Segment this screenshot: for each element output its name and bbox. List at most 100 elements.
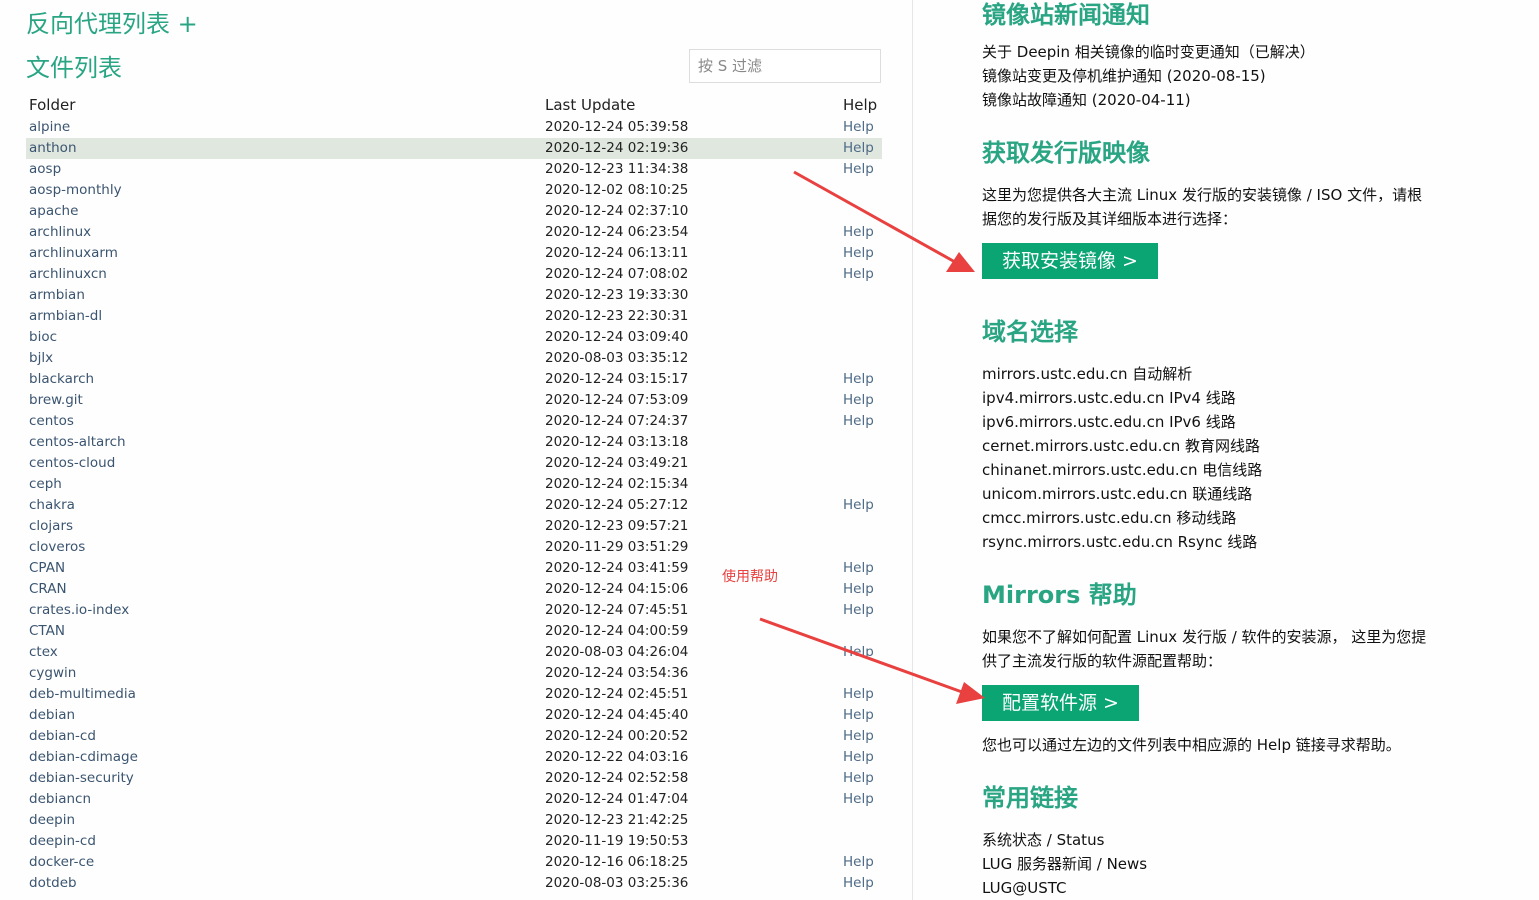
get-iso-button[interactable]: 获取安装镜像 > [982,243,1158,279]
table-row: alpine 2020-12-24 05:39:58 Help [26,117,882,138]
help-link[interactable]: Help [843,686,874,702]
folder-link[interactable]: debiancn [29,791,91,807]
help-link[interactable]: Help [843,770,874,786]
help-link[interactable]: Help [843,854,874,870]
table-body: alpine 2020-12-24 05:39:58 Help anthon 2020-… [26,117,882,894]
help-link[interactable]: Help [843,728,874,744]
domain-link[interactable]: rsync.mirrors.ustc.edu.cn Rsync 线路 [982,533,1257,551]
help-link[interactable]: Help [843,707,874,723]
folder-link[interactable]: CRAN [29,581,67,597]
table-row: ceph 2020-12-24 02:15:34 [26,474,882,495]
help-link[interactable]: Help [843,245,874,261]
configure-source-button[interactable]: 配置软件源 > [982,685,1139,721]
domain-link[interactable]: cmcc.mirrors.ustc.edu.cn 移动线路 [982,509,1236,527]
help-link[interactable]: Help [843,413,874,429]
help-link[interactable]: Help [843,119,874,135]
last-update: 2020-12-02 08:10:25 [545,182,689,198]
last-update: 2020-12-24 03:13:18 [545,434,689,450]
header-folder[interactable]: Folder [26,93,545,117]
proxy-list-title[interactable]: 反向代理列表 + [26,8,198,40]
table-row: chakra 2020-12-24 05:27:12 Help [26,495,882,516]
folder-link[interactable]: CTAN [29,623,65,639]
folder-link[interactable]: blackarch [29,371,94,387]
folder-link[interactable]: bjlx [29,350,53,366]
folder-link[interactable]: cygwin [29,665,76,681]
domain-link[interactable]: mirrors.ustc.edu.cn 自动解析 [982,365,1192,383]
folder-link[interactable]: dotdeb [29,875,77,891]
news-item[interactable]: 镜像站变更及停机维护通知 (2020-08-15) [982,67,1266,85]
iso-title: 获取发行版映像 [982,139,1150,167]
last-update: 2020-12-24 02:52:58 [545,770,689,786]
filter-input[interactable] [689,49,881,83]
last-update: 2020-12-24 00:20:52 [545,728,689,744]
folder-link[interactable]: aosp-monthly [29,182,122,198]
help-link[interactable]: Help [843,749,874,765]
help-link[interactable]: Help [843,266,874,282]
help-link[interactable]: Help [843,644,874,660]
folder-link[interactable]: centos [29,413,74,429]
folder-link[interactable]: debian [29,707,75,723]
help-link[interactable]: Help [843,791,874,807]
table-row: debiancn 2020-12-24 01:47:04 Help [26,789,882,810]
help-link[interactable]: Help [843,497,874,513]
folder-link[interactable]: bioc [29,329,57,345]
help-link[interactable]: Help [843,581,874,597]
folder-link[interactable]: anthon [29,140,77,156]
folder-link[interactable]: debian-security [29,770,134,786]
folder-link[interactable]: debian-cd [29,728,96,744]
iso-desc-line: 这里为您提供各大主流 Linux 发行版的安装镜像 / ISO 文件，请根 [982,186,1423,204]
help-link[interactable]: Help [843,224,874,240]
news-item[interactable]: 镜像站故障通知 (2020-04-11) [982,91,1191,109]
help-link[interactable]: Help [843,371,874,387]
folder-link[interactable]: CPAN [29,560,65,576]
last-update: 2020-12-24 07:08:02 [545,266,689,282]
folder-link[interactable]: ctex [29,644,58,660]
link-status[interactable]: 系统状态 / Status [982,831,1104,849]
folder-link[interactable]: apache [29,203,78,219]
domain-link[interactable]: ipv4.mirrors.ustc.edu.cn IPv4 线路 [982,389,1236,407]
folder-link[interactable]: brew.git [29,392,83,408]
domain-link[interactable]: ipv6.mirrors.ustc.edu.cn IPv6 线路 [982,413,1236,431]
folder-link[interactable]: clojars [29,518,73,534]
last-update: 2020-12-24 04:45:40 [545,707,689,723]
domain-link[interactable]: cernet.mirrors.ustc.edu.cn 教育网线路 [982,437,1260,455]
folder-link[interactable]: docker-ce [29,854,94,870]
folder-link[interactable]: archlinuxcn [29,266,107,282]
folder-link[interactable]: alpine [29,119,70,135]
folder-link[interactable]: centos-cloud [29,455,115,471]
folder-link[interactable]: deepin [29,812,75,828]
domain-link[interactable]: chinanet.mirrors.ustc.edu.cn 电信线路 [982,461,1262,479]
help-link[interactable]: Help [843,140,874,156]
news-item[interactable]: 关于 Deepin 相关镜像的临时变更通知（已解决） [982,43,1315,61]
help-link[interactable]: Help [843,392,874,408]
folder-link[interactable]: centos-altarch [29,434,126,450]
help-link[interactable]: Help [843,602,874,618]
news-title: 镜像站新闻通知 [982,1,1150,29]
help-link[interactable]: Help [843,875,874,891]
folder-link[interactable]: chakra [29,497,75,513]
link-news[interactable]: LUG 服务器新闻 / News [982,855,1147,873]
header-last-update[interactable]: Last Update [545,93,843,117]
help-link[interactable]: Help [843,560,874,576]
help-link[interactable]: Help [843,161,874,177]
folder-link[interactable]: deb-multimedia [29,686,136,702]
folder-link[interactable]: armbian-dl [29,308,102,324]
table-header: Folder Last Update Help [26,93,882,117]
folder-link[interactable]: ceph [29,476,62,492]
folder-link[interactable]: archlinux [29,224,91,240]
table-row: debian 2020-12-24 04:45:40 Help [26,705,882,726]
last-update: 2020-12-24 02:15:34 [545,476,689,492]
last-update: 2020-12-24 07:24:37 [545,413,689,429]
folder-link[interactable]: debian-cdimage [29,749,138,765]
folder-link[interactable]: aosp [29,161,61,177]
folder-link[interactable]: archlinuxarm [29,245,118,261]
link-lug[interactable]: LUG@USTC [982,879,1066,897]
folder-link[interactable]: crates.io-index [29,602,129,618]
folder-link[interactable]: armbian [29,287,85,303]
folder-link[interactable]: cloveros [29,539,85,555]
domain-link[interactable]: unicom.mirrors.ustc.edu.cn 联通线路 [982,485,1252,503]
folder-link[interactable]: deepin-cd [29,833,96,849]
table-row: centos 2020-12-24 07:24:37 Help [26,411,882,432]
last-update: 2020-12-24 03:41:59 [545,560,689,576]
last-update: 2020-12-24 05:39:58 [545,119,689,135]
